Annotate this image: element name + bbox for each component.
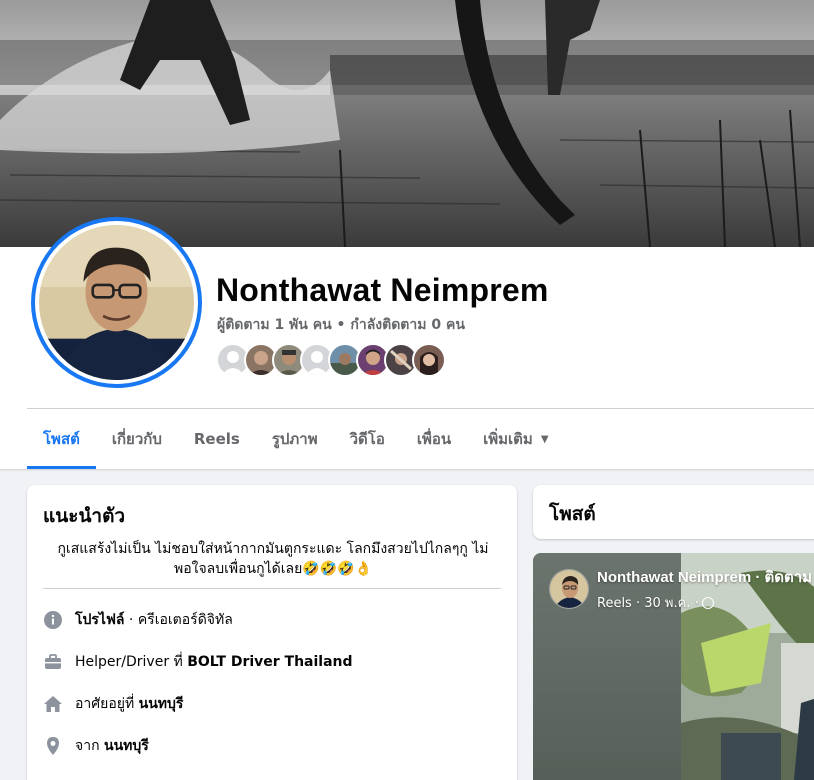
intro-item-work: Helper/Driver ที่ BOLT Driver Thailand: [43, 651, 353, 673]
briefcase-icon: [43, 652, 63, 672]
intro-item-lives-in: อาศัยอยู่ที่ นนทบุรี: [43, 693, 183, 715]
profile-name: Nonthawat Neimprem: [216, 272, 549, 308]
post-meta[interactable]: Reels · 30 พ.ค. ·: [597, 592, 699, 613]
info-icon: [43, 610, 63, 630]
tab-more[interactable]: เพิ่มเติม ▼: [467, 409, 564, 469]
friend-avatar[interactable]: [412, 343, 446, 377]
intro-item-from: จาก นนทบุรี: [43, 735, 149, 757]
intro-card: แนะนำตัว กูเสแสร้งไม่เป็น ไม่ชอบใส่หน้าก…: [27, 485, 517, 780]
follow-stats[interactable]: ผู้ติดตาม 1 พัน คน • กำลังติดตาม 0 คน: [217, 314, 465, 336]
post-author: Nonthawat Neimprem · ติดตาม Reels · 30 พ…: [549, 565, 812, 613]
tab-friends[interactable]: เพื่อน: [401, 409, 467, 469]
cover-photo[interactable]: [0, 0, 814, 247]
avatar-photo: [39, 225, 194, 380]
bio-text: กูเสแสร้งไม่เป็น ไม่ชอบใส่หน้ากากมันตูกร…: [57, 541, 489, 577]
posts-title: โพสต์: [549, 503, 596, 525]
globe-icon: [701, 596, 714, 609]
tab-about[interactable]: เกี่ยวกับ: [96, 409, 178, 469]
tab-posts[interactable]: โพสต์: [27, 409, 96, 469]
profile-tabs: โพสต์ เกี่ยวกับ Reels รูปภาพ วิดีโอ เพื่…: [27, 409, 565, 469]
tab-videos[interactable]: วิดีโอ: [334, 409, 401, 469]
intro-item-profile: โปรไฟล์ · ครีเอเตอร์ดิจิทัล: [43, 609, 233, 631]
home-icon: [43, 694, 63, 714]
intro-divider: [43, 588, 501, 589]
tab-photos[interactable]: รูปภาพ: [256, 409, 334, 469]
chevron-down-icon: ▼: [540, 433, 549, 445]
friends-avatars[interactable]: [216, 343, 446, 377]
intro-title: แนะนำตัว: [43, 505, 126, 527]
location-pin-icon: [43, 736, 63, 756]
post-card[interactable]: Nonthawat Neimprem · ติดตาม Reels · 30 พ…: [533, 553, 814, 780]
tab-reels[interactable]: Reels: [178, 409, 256, 469]
profile-avatar[interactable]: [31, 217, 202, 388]
post-author-name[interactable]: Nonthawat Neimprem · ติดตาม: [597, 565, 812, 589]
posts-header-card: โพสต์: [533, 485, 814, 539]
post-author-avatar[interactable]: [549, 569, 589, 609]
